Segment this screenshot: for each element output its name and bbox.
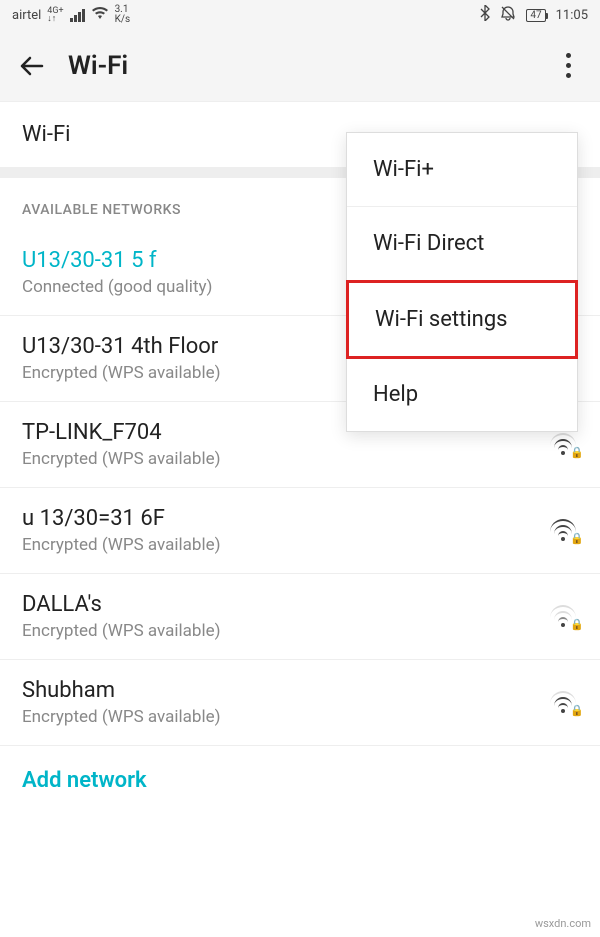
bluetooth-icon bbox=[480, 5, 490, 25]
back-arrow-icon bbox=[18, 52, 46, 80]
signal-icon bbox=[70, 9, 85, 22]
add-network-button[interactable]: Add network bbox=[0, 746, 600, 815]
network-name: DALLA's bbox=[22, 592, 534, 617]
wifi-signal-icon: 🔒 bbox=[548, 605, 578, 629]
network-item[interactable]: u 13/30=31 6F Encrypted (WPS available) … bbox=[0, 488, 600, 574]
clock: 11:05 bbox=[556, 8, 588, 23]
back-button[interactable] bbox=[18, 52, 46, 80]
app-bar: Wi-Fi bbox=[0, 30, 600, 102]
lock-icon: 🔒 bbox=[570, 618, 584, 631]
status-bar: airtel 4G+ ↓↑ 3.1 K/s 47 11:05 bbox=[0, 0, 600, 30]
wifi-signal-icon: 🔒 bbox=[548, 433, 578, 457]
network-type: 4G+ ↓↑ bbox=[47, 7, 63, 23]
network-name: Shubham bbox=[22, 678, 534, 703]
network-name: u 13/30=31 6F bbox=[22, 506, 534, 531]
network-status: Encrypted (WPS available) bbox=[22, 621, 534, 641]
carrier-label: airtel bbox=[12, 8, 41, 23]
network-item[interactable]: Shubham Encrypted (WPS available) 🔒 bbox=[0, 660, 600, 746]
overflow-menu: Wi-Fi+ Wi-Fi Direct Wi-Fi settings Help bbox=[346, 132, 578, 432]
network-item[interactable]: DALLA's Encrypted (WPS available) 🔒 bbox=[0, 574, 600, 660]
status-left: airtel 4G+ ↓↑ 3.1 K/s bbox=[12, 5, 130, 25]
network-status: Encrypted (WPS available) bbox=[22, 449, 534, 469]
overflow-menu-button[interactable] bbox=[554, 52, 582, 80]
mute-icon bbox=[500, 5, 516, 25]
lock-icon: 🔒 bbox=[570, 446, 584, 459]
wifi-signal-icon: 🔒 bbox=[548, 519, 578, 543]
lock-icon: 🔒 bbox=[570, 704, 584, 717]
menu-item-wifi-direct[interactable]: Wi-Fi Direct bbox=[347, 207, 577, 281]
status-right: 47 11:05 bbox=[480, 5, 588, 25]
wifi-status-icon bbox=[91, 6, 109, 24]
menu-item-wifi-settings[interactable]: Wi-Fi settings bbox=[346, 280, 578, 359]
wifi-toggle-label: Wi-Fi bbox=[22, 122, 70, 147]
wifi-signal-icon: 🔒 bbox=[548, 691, 578, 715]
menu-item-wifi-plus[interactable]: Wi-Fi+ bbox=[347, 133, 577, 207]
network-text: DALLA's Encrypted (WPS available) bbox=[22, 592, 534, 641]
more-vert-icon bbox=[566, 53, 571, 78]
network-status: Encrypted (WPS available) bbox=[22, 707, 534, 727]
network-text: Shubham Encrypted (WPS available) bbox=[22, 678, 534, 727]
network-status: Encrypted (WPS available) bbox=[22, 535, 534, 555]
data-speed: 3.1 K/s bbox=[115, 5, 131, 25]
battery-icon: 47 bbox=[526, 9, 545, 22]
menu-item-help[interactable]: Help bbox=[347, 358, 577, 431]
lock-icon: 🔒 bbox=[570, 532, 584, 545]
page-title: Wi-Fi bbox=[68, 51, 532, 81]
watermark: wsxdn.com bbox=[532, 916, 594, 931]
network-text: u 13/30=31 6F Encrypted (WPS available) bbox=[22, 506, 534, 555]
